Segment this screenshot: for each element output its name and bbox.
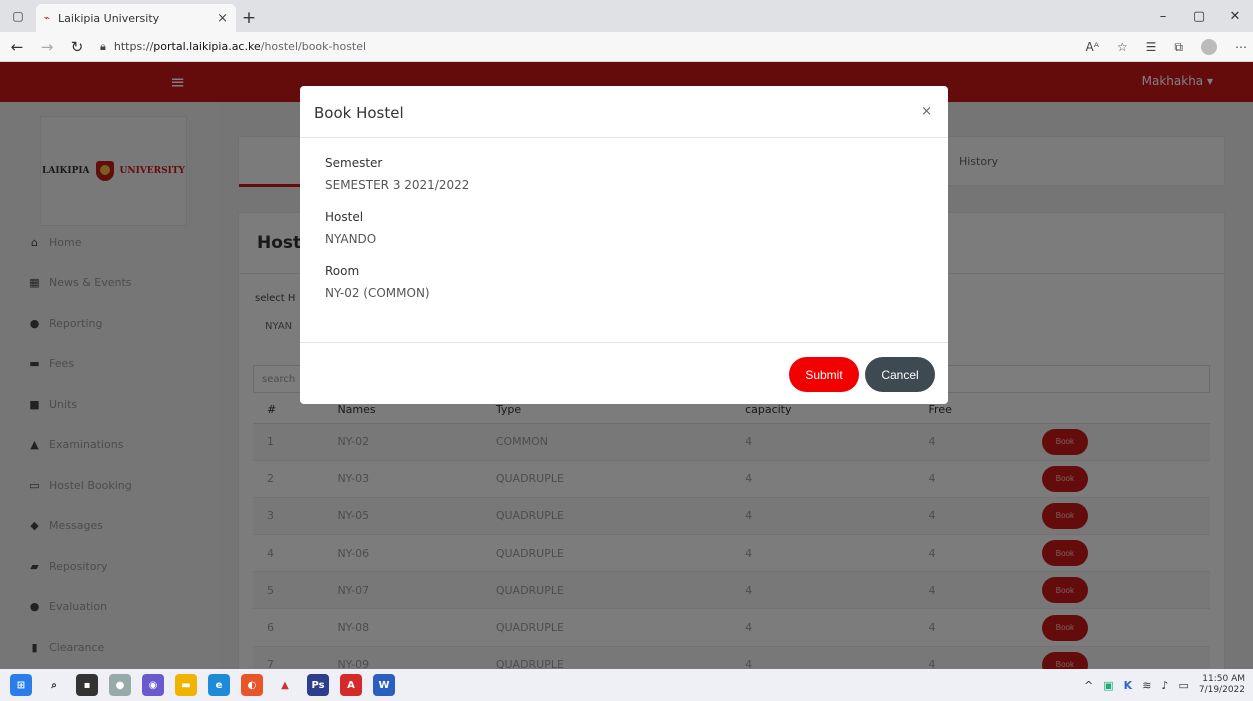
url-field[interactable]: 🔒︎ https://portal.laikipia.ac.ke/hostel/…	[100, 35, 366, 59]
hostel-label: Hostel	[325, 210, 364, 224]
tab-title: Laikipia University	[58, 11, 160, 25]
tab-actions-icon[interactable]: ▢	[0, 0, 36, 32]
tray-k-icon[interactable]: K	[1124, 679, 1133, 692]
wifi-icon[interactable]: ≋	[1142, 679, 1151, 692]
collections-icon[interactable]: ⧉	[1174, 40, 1183, 55]
favorite-star-icon[interactable]: ☆	[1117, 40, 1128, 54]
read-aloud-icon[interactable]: Aᴬ	[1086, 40, 1099, 54]
minimize-button[interactable]: –	[1145, 0, 1181, 32]
word-icon[interactable]: W	[373, 674, 395, 696]
refresh-button[interactable]: ↻	[64, 34, 90, 60]
clock-time: 11:50 AM	[1202, 674, 1245, 684]
semester-label: Semester	[325, 156, 383, 170]
task-view-icon[interactable]: ▪	[76, 674, 98, 696]
browser-tab-bar: ▢ ⌁ Laikipia University × + – ▢ ✕	[0, 0, 1253, 32]
modal-close-icon[interactable]: ×	[921, 104, 932, 119]
hostel-value: NYANDO	[325, 232, 377, 246]
cancel-button[interactable]: Cancel	[865, 357, 935, 392]
cap-icon[interactable]: ▲	[274, 674, 296, 696]
file-explorer-icon[interactable]: ▬	[175, 674, 197, 696]
modal-title: Book Hostel	[314, 104, 404, 122]
forward-button[interactable]: →	[34, 34, 60, 60]
start-icon[interactable]: ⊞	[10, 674, 32, 696]
volume-icon[interactable]: ♪	[1161, 679, 1168, 692]
window-controls: – ▢ ✕	[1145, 0, 1253, 32]
close-window-button[interactable]: ✕	[1217, 0, 1253, 32]
photoshop-icon[interactable]: Ps	[307, 674, 329, 696]
maximize-button[interactable]: ▢	[1181, 0, 1217, 32]
book-hostel-modal: Book Hostel × Semester SEMESTER 3 2021/2…	[300, 86, 948, 404]
browser-toolbar-icons: Aᴬ ☆ ☰ ⧉ ⋯	[1086, 32, 1247, 62]
url-host: portal.laikipia.ac.ke	[153, 40, 261, 53]
edge-icon[interactable]: e	[208, 674, 230, 696]
acrobat-icon[interactable]: A	[340, 674, 362, 696]
tab-close-icon[interactable]: ×	[217, 11, 228, 26]
room-label: Room	[325, 264, 360, 278]
submit-button[interactable]: Submit	[789, 357, 859, 392]
more-options-icon[interactable]: ⋯	[1235, 40, 1247, 54]
modal-header: Book Hostel ×	[300, 86, 948, 138]
new-tab-button[interactable]: +	[236, 4, 262, 32]
modal-body: Semester SEMESTER 3 2021/2022 Hostel NYA…	[300, 138, 948, 300]
favicon-icon: ⌁	[44, 12, 51, 24]
clock[interactable]: 11:50 AM 7/19/2022	[1199, 674, 1245, 696]
system-tray: ^ ▣ K ≋ ♪ ▭ 11:50 AM 7/19/2022	[1084, 669, 1245, 701]
profile-avatar[interactable]	[1201, 39, 1217, 55]
chrome-icon[interactable]: ●	[109, 674, 131, 696]
back-button[interactable]: ←	[4, 34, 30, 60]
taskbar-apps: ⊞ ⌕ ▪ ● ◉ ▬ e ◐ ▲ Ps A W	[10, 674, 395, 696]
favorites-list-icon[interactable]: ☰	[1146, 40, 1157, 54]
semester-value: SEMESTER 3 2021/2022	[325, 178, 470, 192]
firefox-icon[interactable]: ◐	[241, 674, 263, 696]
windows-taskbar: ⊞ ⌕ ▪ ● ◉ ▬ e ◐ ▲ Ps A W ^ ▣ K ≋ ♪ ▭ 11:…	[0, 669, 1253, 701]
page-viewport: ≡ Makhakha ▾ LAIKIPIA UNIVERSITY ⌂Home ▦…	[0, 62, 1253, 669]
tray-app-icon[interactable]: ▣	[1103, 679, 1113, 692]
clock-date: 7/19/2022	[1198, 685, 1245, 695]
address-bar-row: ← → ↻ 🔒︎ https://portal.laikipia.ac.ke/h…	[0, 32, 1253, 62]
room-value: NY-02 (COMMON)	[325, 286, 430, 300]
chevron-up-icon[interactable]: ^	[1084, 679, 1093, 692]
search-icon[interactable]: ⌕	[43, 674, 65, 696]
battery-icon[interactable]: ▭	[1178, 679, 1188, 692]
lock-icon: 🔒︎	[100, 39, 106, 53]
url-path: /hostel/book-hostel	[260, 40, 367, 53]
browser-tab[interactable]: ⌁ Laikipia University ×	[36, 4, 236, 32]
url-prefix: https://	[113, 40, 154, 53]
teams-icon[interactable]: ◉	[142, 674, 164, 696]
modal-footer: Submit Cancel	[300, 342, 948, 404]
